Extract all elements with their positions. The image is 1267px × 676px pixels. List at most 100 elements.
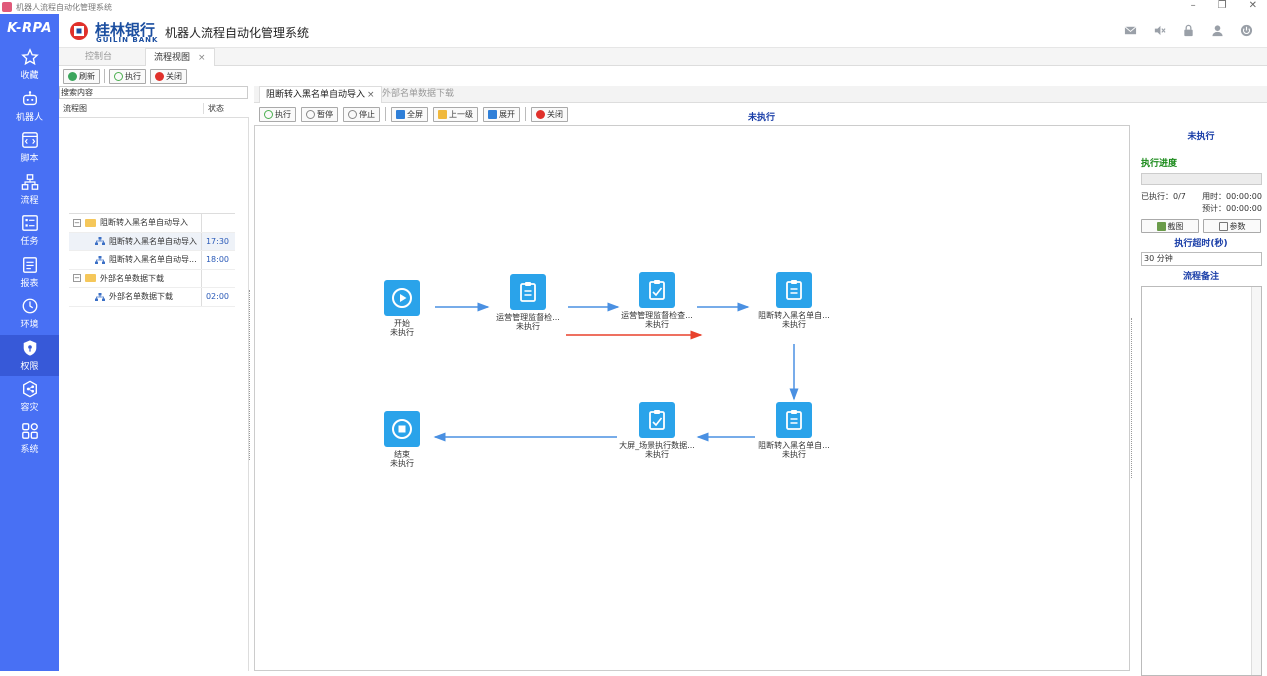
fullscreen-button[interactable]: 全屏 xyxy=(391,106,428,122)
folder-icon xyxy=(85,218,96,227)
flow-node-task[interactable]: 阻断转入黑名单自... 未执行 xyxy=(734,272,854,329)
params-button[interactable]: 参数 xyxy=(1203,219,1261,233)
play-icon xyxy=(392,288,412,308)
sidebar: K-RPA 收藏 机器人 脚本 流程 任务 报表 环境 权限 容灾 系统 xyxy=(0,14,59,671)
sidebar-item-label: 流程 xyxy=(20,195,39,206)
tab-blacklist-import[interactable]: 阻断转入黑名单自动导入 × xyxy=(259,86,382,103)
collapse-toggle[interactable]: − xyxy=(73,274,81,283)
sidebar-item-label: 收藏 xyxy=(20,71,39,82)
stop-icon xyxy=(392,419,412,439)
sidebar-item-robots[interactable]: 机器人 xyxy=(0,86,59,128)
tree-item[interactable]: 外部名单数据下载 02:00 xyxy=(69,288,235,307)
table-icon xyxy=(1218,221,1228,231)
tab-close-button[interactable]: × xyxy=(367,90,375,100)
expand-button[interactable]: 展开 xyxy=(483,106,520,122)
column-header-flow[interactable]: 流程图 xyxy=(59,103,203,114)
tab-external-list-download[interactable]: 外部名单数据下载 xyxy=(376,86,460,103)
node-status: 未执行 xyxy=(390,459,414,468)
clipboard-icon xyxy=(649,410,665,430)
up-level-button[interactable]: 上一级 xyxy=(433,106,478,122)
sidebar-item-system[interactable]: 系统 xyxy=(0,418,59,460)
expand-icon xyxy=(488,109,497,119)
tab-console[interactable]: 控制台 xyxy=(77,48,120,66)
notes-textarea[interactable] xyxy=(1141,286,1262,676)
node-status: 未执行 xyxy=(645,320,669,329)
play-icon xyxy=(114,71,123,81)
sidebar-item-favorites[interactable]: 收藏 xyxy=(0,44,59,86)
tab-close-button[interactable]: × xyxy=(198,53,206,63)
lock-icon[interactable] xyxy=(1182,24,1195,37)
toolbar-divider xyxy=(385,107,386,121)
toolbar-divider xyxy=(525,107,526,121)
refresh-button[interactable]: 刷新 xyxy=(63,68,100,84)
flow-grid-header: 流程图 状态 xyxy=(59,100,249,118)
right-panel-splitter[interactable] xyxy=(1131,318,1134,478)
tree-group[interactable]: − 外部名单数据下载 xyxy=(69,269,235,288)
tab-label: 外部名单数据下载 xyxy=(382,89,455,99)
maximize-button[interactable]: ❐ xyxy=(1218,0,1227,11)
sidebar-item-label: 机器人 xyxy=(15,112,43,123)
flow-connectors xyxy=(433,302,799,442)
flow-node-end[interactable]: 结束 未执行 xyxy=(342,411,462,468)
node-name: 阻断转入黑名单自... xyxy=(758,441,830,450)
close-flow-button[interactable]: 关闭 xyxy=(531,106,568,122)
play-icon xyxy=(264,109,273,119)
close-window-button[interactable]: ✕ xyxy=(1249,0,1257,11)
mute-icon[interactable] xyxy=(1153,24,1166,37)
environment-icon xyxy=(22,298,37,314)
sidebar-item-reports[interactable]: 报表 xyxy=(0,252,59,294)
execute-button[interactable]: 执行 xyxy=(109,68,146,84)
app-header: 桂林银行 GUILIN BANK 机器人流程自动化管理系统 xyxy=(59,14,1267,48)
pause-button[interactable]: 暂停 xyxy=(301,106,338,122)
collapse-toggle[interactable]: − xyxy=(73,218,81,227)
sidebar-item-environment[interactable]: 环境 xyxy=(0,293,59,335)
tree-item-label: 阻断转入黑名单自动导入 xyxy=(109,236,197,246)
tree-group-label: 阻断转入黑名单自动导入 xyxy=(100,218,188,228)
brand-logo: K-RPA xyxy=(7,21,52,36)
mail-icon[interactable] xyxy=(1124,24,1137,37)
flow-node-task[interactable]: 运营管理监督检... 未执行 xyxy=(468,274,588,331)
clipboard-icon xyxy=(786,410,802,430)
stop-icon xyxy=(348,109,357,119)
refresh-icon xyxy=(68,71,77,81)
sidebar-item-permissions[interactable]: 权限 xyxy=(0,334,59,376)
execution-info-panel: 未执行 执行进度 已执行：0/7 用时：00:00:00 预计：00:00:00… xyxy=(1135,125,1267,676)
stop-button[interactable]: 停止 xyxy=(343,106,380,122)
sidebar-item-label: 脚本 xyxy=(20,154,39,165)
flow-node-start[interactable]: 开始 未执行 xyxy=(342,280,462,337)
screenshot-button[interactable]: 截图 xyxy=(1141,219,1199,233)
column-header-status[interactable]: 状态 xyxy=(203,103,233,114)
sidebar-item-label: 系统 xyxy=(20,444,39,455)
sidebar-item-tasks[interactable]: 任务 xyxy=(0,210,59,252)
tree-item-label: 外部名单数据下载 xyxy=(109,292,173,302)
flow-tree-panel: − 阻断转入黑名单自动导入 阻断转入黑名单自动导入 17:30 阻断转入黑名单自… xyxy=(59,118,249,671)
clipboard-icon xyxy=(520,282,536,302)
tree-item[interactable]: 阻断转入黑名单自动导... 18:00 xyxy=(69,251,235,270)
panel-status: 未执行 xyxy=(1187,132,1215,142)
tab-flow-view[interactable]: 流程视图 × xyxy=(145,48,215,66)
panel-splitter[interactable] xyxy=(249,290,252,460)
window-title: 机器人流程自动化管理系统 xyxy=(16,2,112,12)
sidebar-item-flows[interactable]: 流程 xyxy=(0,169,59,211)
timeout-input[interactable]: 30 分钟 xyxy=(1141,252,1262,266)
flow-node-task[interactable]: 运营管理监督检查... 未执行 xyxy=(597,272,717,329)
execute-flow-button[interactable]: 执行 xyxy=(259,106,296,122)
user-icon[interactable] xyxy=(1211,24,1224,37)
sidebar-item-disaster-recovery[interactable]: 容灾 xyxy=(0,376,59,418)
timeout-label: 执行超时(秒) xyxy=(1174,239,1228,249)
content-tabbar: 阻断转入黑名单自动导入 × 外部名单数据下载 xyxy=(254,86,1267,103)
flow-node-icon xyxy=(95,255,105,264)
flow-node-task[interactable]: 阻断转入黑名单自... 未执行 xyxy=(734,402,854,459)
flow-node-task[interactable]: 大屏_场景执行数据... 未执行 xyxy=(597,402,717,459)
power-icon[interactable] xyxy=(1240,24,1253,37)
tree-item[interactable]: 阻断转入黑名单自动导入 17:30 xyxy=(69,232,235,251)
search-input[interactable]: 搜索内容 xyxy=(59,86,248,99)
estimated-time: 预计：00:00:00 xyxy=(1202,204,1262,213)
minimize-button[interactable]: – xyxy=(1191,0,1196,11)
node-name: 运营管理监督检查... xyxy=(621,311,693,320)
tree-group[interactable]: − 阻断转入黑名单自动导入 xyxy=(69,214,235,233)
flow-canvas[interactable]: 开始 未执行 运营管理监督检... 未执行 运营管理监督检查... 未执行 阻断… xyxy=(254,125,1130,671)
close-button[interactable]: 关闭 xyxy=(150,68,187,84)
notes-scrollbar[interactable] xyxy=(1251,287,1261,675)
sidebar-item-scripts[interactable]: 脚本 xyxy=(0,127,59,169)
